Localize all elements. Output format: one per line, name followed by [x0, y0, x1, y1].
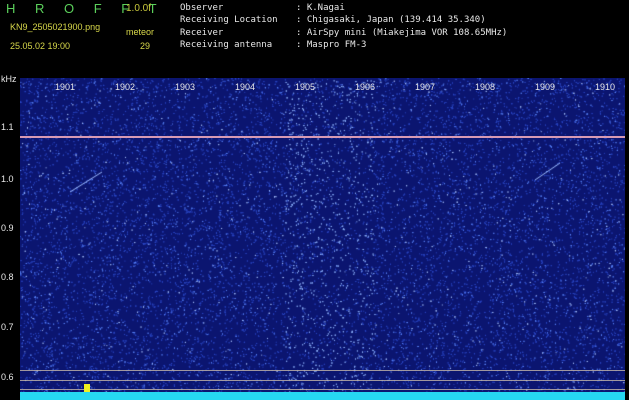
info-value: : Chigasaki, Japan (139.414 35.340) — [296, 15, 486, 26]
minute-label: 1901 — [55, 82, 76, 92]
minute-label: 1908 — [475, 82, 496, 92]
info-value: : Maspro FM-3 — [296, 39, 367, 50]
minute-label: 1910 — [595, 82, 616, 92]
datetime-label: 25.05.02 19:00 — [10, 41, 71, 51]
info-row-receiver: Receiver : AirSpy mini (Miakejima VOR 10… — [180, 27, 507, 39]
info-label: Receiving Location — [180, 15, 278, 26]
info-value: : AirSpy mini (Miakejima VOR 108.65MHz) — [296, 27, 508, 38]
y-tick: 0.7 — [1, 322, 14, 332]
info-row-antenna: Receiving antenna : Maspro FM-3 — [180, 39, 507, 51]
meteor-count: 29 — [140, 41, 151, 51]
info-value: : K.Nagai — [296, 3, 345, 13]
y-tick: 0.9 — [1, 223, 14, 233]
reference-line — [20, 370, 625, 371]
filename-label: KN9_2505021900.png — [10, 22, 101, 32]
y-tick: 0.6 — [1, 372, 14, 382]
reference-line — [20, 380, 625, 381]
info-label: Receiver — [180, 27, 224, 38]
y-tick: 1.0 — [1, 174, 14, 184]
minute-label: 1905 — [295, 82, 316, 92]
reference-line — [20, 389, 625, 390]
carrier-line — [20, 136, 625, 138]
minute-label: 1909 — [535, 82, 556, 92]
y-tick: 1.1 — [1, 122, 14, 132]
minute-label: 1907 — [415, 82, 436, 92]
info-label: Observer — [180, 3, 224, 13]
minute-label: 1902 — [115, 82, 136, 92]
version-label: 1.0.0f — [126, 3, 152, 14]
y-tick: 0.8 — [1, 272, 14, 282]
minute-label: 1906 — [355, 82, 376, 92]
info-row-location: Receiving Location : Chigasaki, Japan (1… — [180, 14, 507, 26]
spectrogram: 1901 1902 1903 1904 1905 1906 1907 1908 … — [20, 78, 625, 400]
header: H R O F F T 1.0.0f KN9_2505021900.png me… — [0, 0, 629, 74]
y-axis: 1.1 1.0 0.9 0.8 0.7 0.6 — [0, 74, 20, 400]
spectrogram-noise — [20, 78, 625, 400]
observation-info: Observer : K.Nagai Receiving Location : … — [180, 2, 507, 51]
meteor-label: meteor — [126, 27, 155, 37]
bottom-band — [20, 392, 625, 400]
minute-label: 1904 — [235, 82, 256, 92]
info-label: Receiving antenna — [180, 39, 273, 50]
minute-label: 1903 — [175, 82, 196, 92]
info-row-observer: Observer : K.Nagai — [180, 2, 507, 14]
